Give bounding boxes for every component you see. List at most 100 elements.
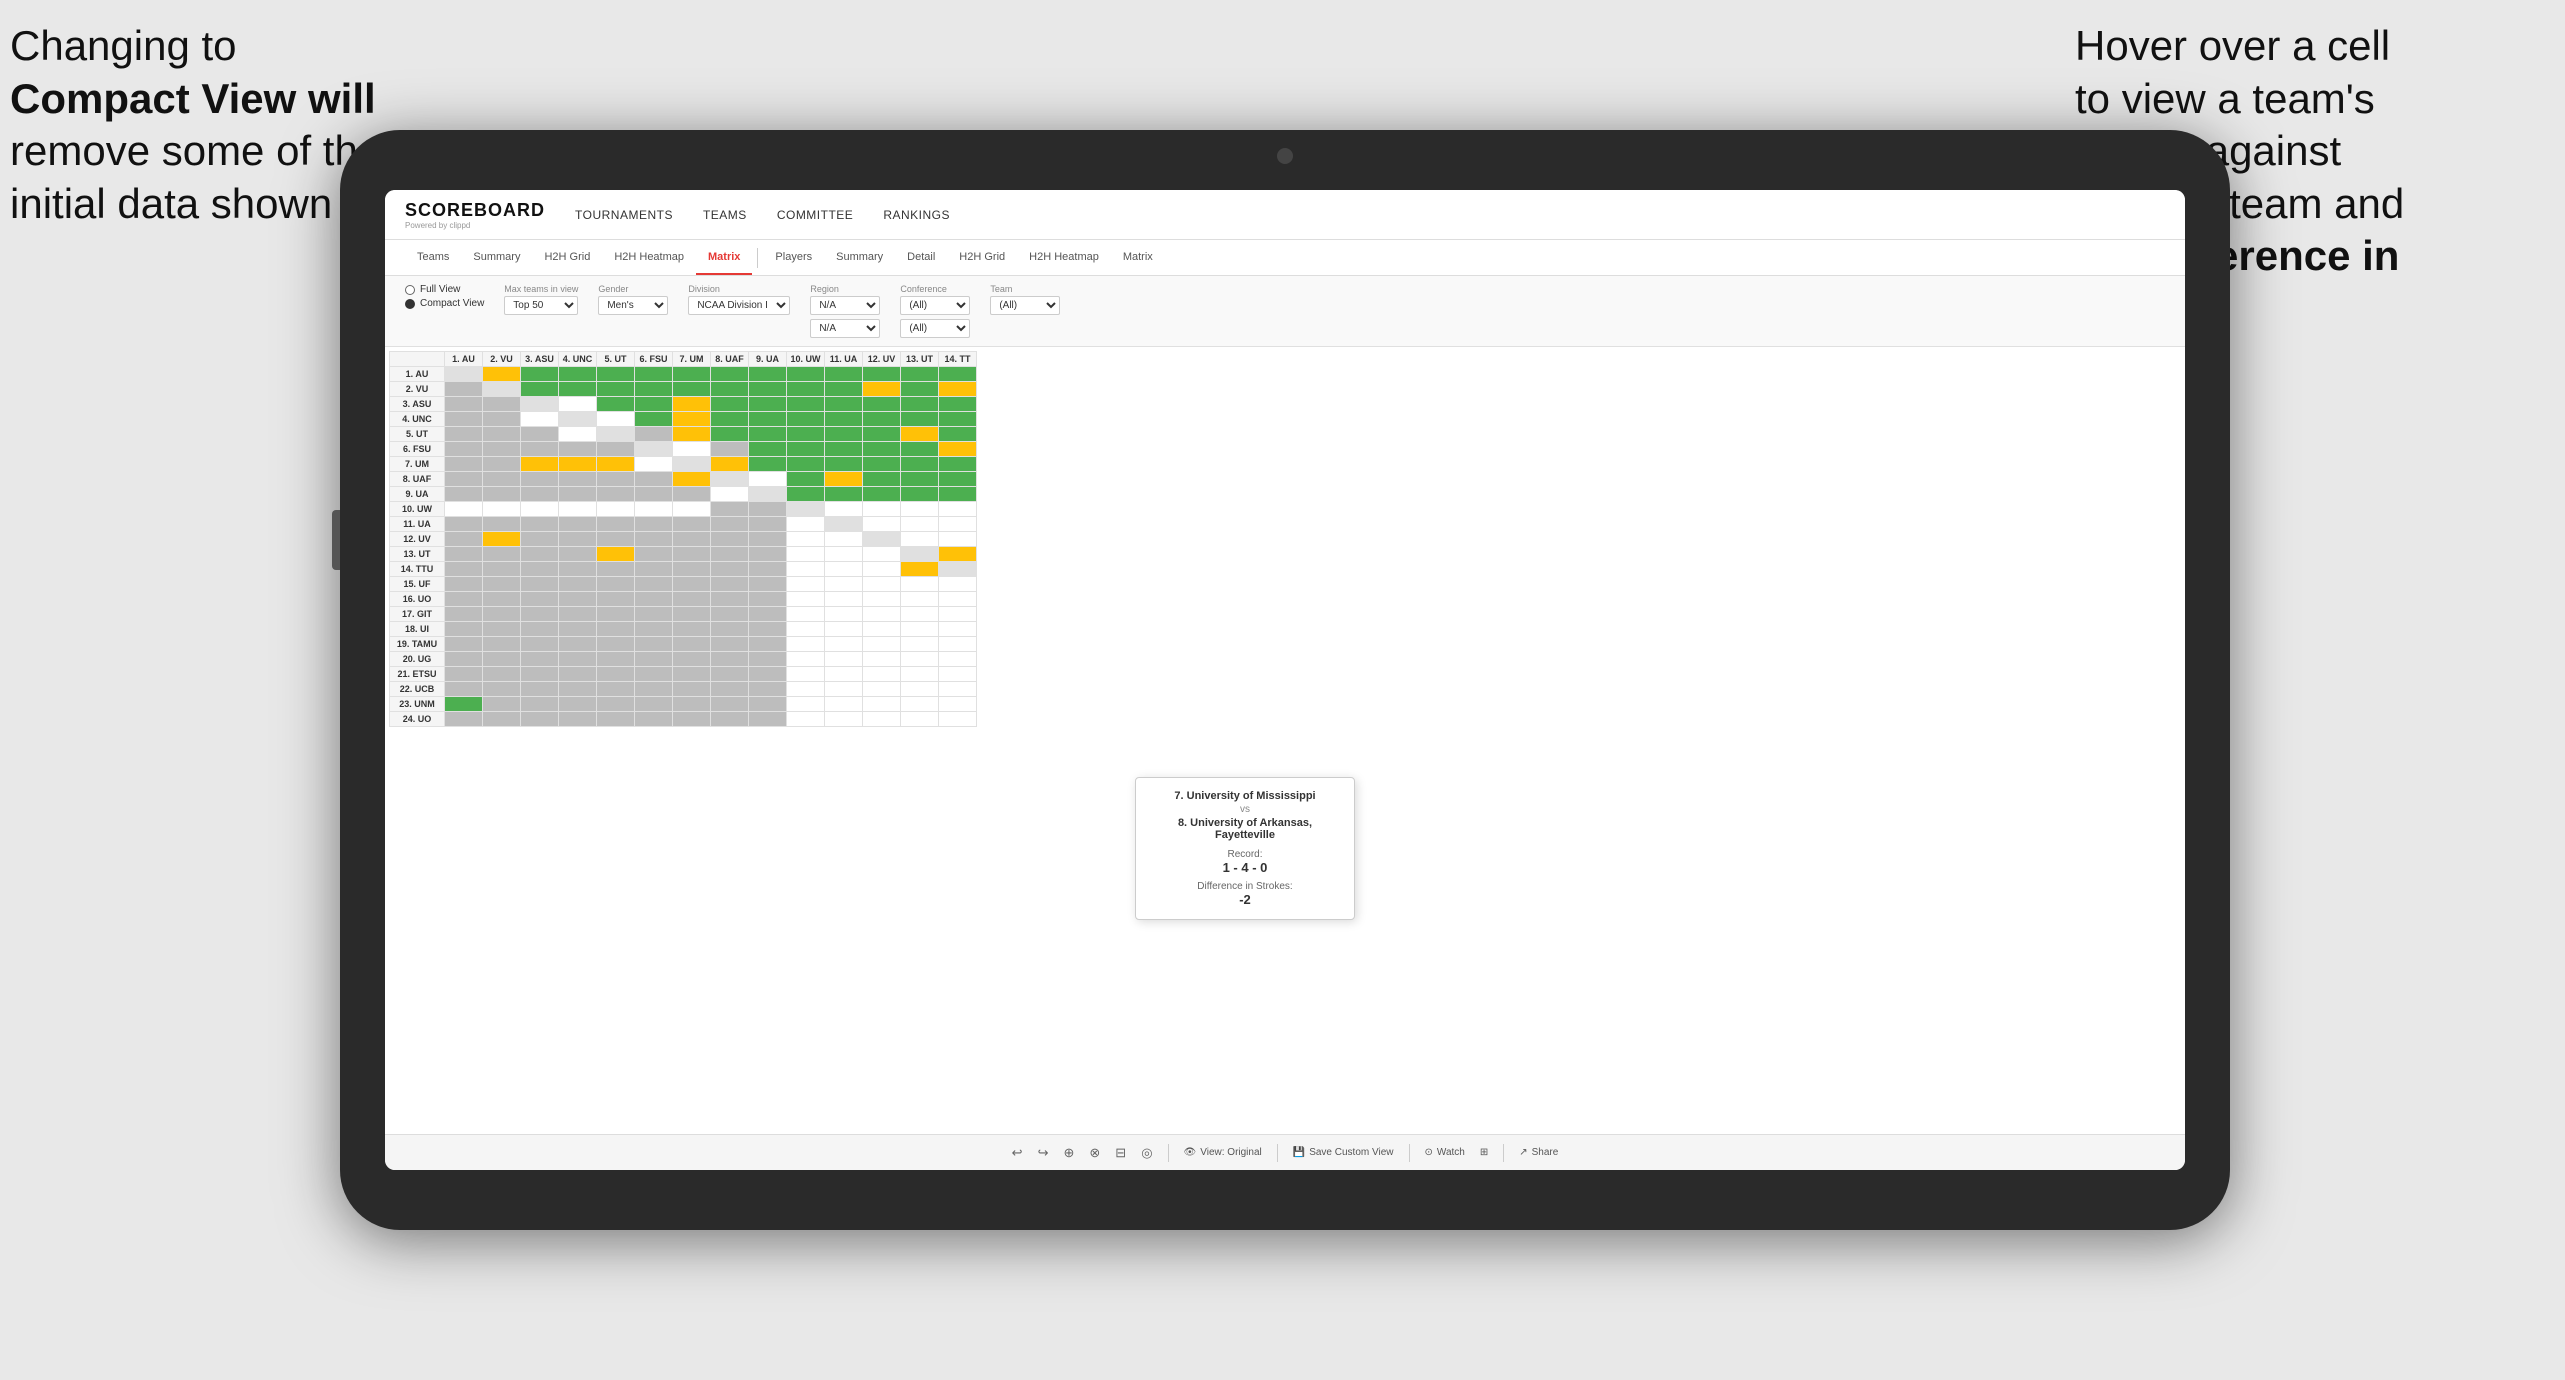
matrix-cell-1-4[interactable] bbox=[597, 382, 635, 397]
matrix-cell-13-0[interactable] bbox=[445, 562, 483, 577]
matrix-cell-23-5[interactable] bbox=[635, 712, 673, 727]
matrix-cell-14-6[interactable] bbox=[673, 577, 711, 592]
matrix-cell-13-3[interactable] bbox=[559, 562, 597, 577]
matrix-cell-20-13[interactable] bbox=[939, 667, 977, 682]
matrix-cell-15-5[interactable] bbox=[635, 592, 673, 607]
matrix-cell-1-13[interactable] bbox=[939, 382, 977, 397]
matrix-cell-2-9[interactable] bbox=[787, 397, 825, 412]
matrix-cell-21-10[interactable] bbox=[825, 682, 863, 697]
matrix-cell-10-1[interactable] bbox=[483, 517, 521, 532]
matrix-cell-7-9[interactable] bbox=[787, 472, 825, 487]
matrix-cell-17-1[interactable] bbox=[483, 622, 521, 637]
matrix-cell-16-4[interactable] bbox=[597, 607, 635, 622]
matrix-cell-20-9[interactable] bbox=[787, 667, 825, 682]
matrix-cell-3-5[interactable] bbox=[635, 412, 673, 427]
matrix-cell-14-3[interactable] bbox=[559, 577, 597, 592]
matrix-cell-4-9[interactable] bbox=[787, 427, 825, 442]
matrix-cell-6-13[interactable] bbox=[939, 457, 977, 472]
matrix-cell-12-2[interactable] bbox=[521, 547, 559, 562]
matrix-cell-8-3[interactable] bbox=[559, 487, 597, 502]
matrix-cell-12-7[interactable] bbox=[711, 547, 749, 562]
matrix-cell-20-0[interactable] bbox=[445, 667, 483, 682]
matrix-cell-2-3[interactable] bbox=[559, 397, 597, 412]
matrix-cell-0-2[interactable] bbox=[521, 367, 559, 382]
matrix-cell-13-11[interactable] bbox=[863, 562, 901, 577]
matrix-cell-18-7[interactable] bbox=[711, 637, 749, 652]
matrix-cell-6-0[interactable] bbox=[445, 457, 483, 472]
matrix-cell-2-12[interactable] bbox=[901, 397, 939, 412]
matrix-cell-7-3[interactable] bbox=[559, 472, 597, 487]
matrix-cell-14-8[interactable] bbox=[749, 577, 787, 592]
toolbar-share[interactable]: ↗ Share bbox=[1519, 1147, 1558, 1158]
matrix-cell-21-8[interactable] bbox=[749, 682, 787, 697]
matrix-cell-22-7[interactable] bbox=[711, 697, 749, 712]
matrix-cell-19-8[interactable] bbox=[749, 652, 787, 667]
matrix-cell-13-10[interactable] bbox=[825, 562, 863, 577]
matrix-cell-21-7[interactable] bbox=[711, 682, 749, 697]
tab-summary[interactable]: Summary bbox=[461, 240, 532, 275]
matrix-cell-12-1[interactable] bbox=[483, 547, 521, 562]
nav-teams[interactable]: TEAMS bbox=[703, 208, 747, 222]
matrix-cell-23-0[interactable] bbox=[445, 712, 483, 727]
filter-division-select[interactable]: NCAA Division I bbox=[688, 296, 790, 315]
matrix-cell-16-9[interactable] bbox=[787, 607, 825, 622]
matrix-cell-2-8[interactable] bbox=[749, 397, 787, 412]
matrix-cell-2-1[interactable] bbox=[483, 397, 521, 412]
matrix-cell-11-10[interactable] bbox=[825, 532, 863, 547]
matrix-cell-7-4[interactable] bbox=[597, 472, 635, 487]
matrix-cell-15-10[interactable] bbox=[825, 592, 863, 607]
nav-rankings[interactable]: RANKINGS bbox=[883, 208, 950, 222]
matrix-cell-15-6[interactable] bbox=[673, 592, 711, 607]
matrix-cell-16-7[interactable] bbox=[711, 607, 749, 622]
matrix-cell-14-11[interactable] bbox=[863, 577, 901, 592]
matrix-cell-2-0[interactable] bbox=[445, 397, 483, 412]
matrix-cell-7-11[interactable] bbox=[863, 472, 901, 487]
matrix-cell-20-7[interactable] bbox=[711, 667, 749, 682]
matrix-cell-13-7[interactable] bbox=[711, 562, 749, 577]
matrix-cell-13-6[interactable] bbox=[673, 562, 711, 577]
matrix-cell-8-11[interactable] bbox=[863, 487, 901, 502]
matrix-cell-18-1[interactable] bbox=[483, 637, 521, 652]
matrix-cell-23-9[interactable] bbox=[787, 712, 825, 727]
toolbar-view-original[interactable]: 👁 View: Original bbox=[1184, 1147, 1262, 1158]
matrix-cell-17-4[interactable] bbox=[597, 622, 635, 637]
matrix-cell-18-11[interactable] bbox=[863, 637, 901, 652]
matrix-cell-15-11[interactable] bbox=[863, 592, 901, 607]
matrix-cell-19-6[interactable] bbox=[673, 652, 711, 667]
matrix-cell-10-5[interactable] bbox=[635, 517, 673, 532]
matrix-cell-20-12[interactable] bbox=[901, 667, 939, 682]
matrix-cell-8-13[interactable] bbox=[939, 487, 977, 502]
matrix-cell-4-7[interactable] bbox=[711, 427, 749, 442]
matrix-cell-12-5[interactable] bbox=[635, 547, 673, 562]
matrix-cell-0-0[interactable] bbox=[445, 367, 483, 382]
matrix-cell-23-6[interactable] bbox=[673, 712, 711, 727]
matrix-cell-17-12[interactable] bbox=[901, 622, 939, 637]
matrix-cell-21-0[interactable] bbox=[445, 682, 483, 697]
matrix-cell-19-5[interactable] bbox=[635, 652, 673, 667]
matrix-cell-2-6[interactable] bbox=[673, 397, 711, 412]
matrix-cell-4-2[interactable] bbox=[521, 427, 559, 442]
matrix-cell-5-5[interactable] bbox=[635, 442, 673, 457]
matrix-cell-17-2[interactable] bbox=[521, 622, 559, 637]
matrix-cell-0-13[interactable] bbox=[939, 367, 977, 382]
matrix-cell-12-8[interactable] bbox=[749, 547, 787, 562]
matrix-cell-18-4[interactable] bbox=[597, 637, 635, 652]
tab-h2h-heatmap[interactable]: H2H Heatmap bbox=[602, 240, 696, 275]
matrix-cell-21-3[interactable] bbox=[559, 682, 597, 697]
matrix-cell-19-10[interactable] bbox=[825, 652, 863, 667]
matrix-cell-19-7[interactable] bbox=[711, 652, 749, 667]
matrix-cell-13-2[interactable] bbox=[521, 562, 559, 577]
matrix-cell-16-2[interactable] bbox=[521, 607, 559, 622]
matrix-cell-15-9[interactable] bbox=[787, 592, 825, 607]
matrix-cell-8-6[interactable] bbox=[673, 487, 711, 502]
matrix-cell-21-6[interactable] bbox=[673, 682, 711, 697]
matrix-cell-15-7[interactable] bbox=[711, 592, 749, 607]
matrix-cell-1-9[interactable] bbox=[787, 382, 825, 397]
matrix-cell-2-2[interactable] bbox=[521, 397, 559, 412]
matrix-cell-0-8[interactable] bbox=[749, 367, 787, 382]
matrix-cell-3-1[interactable] bbox=[483, 412, 521, 427]
matrix-cell-20-5[interactable] bbox=[635, 667, 673, 682]
matrix-cell-13-13[interactable] bbox=[939, 562, 977, 577]
tab-summary-right[interactable]: Summary bbox=[824, 240, 895, 275]
matrix-cell-18-9[interactable] bbox=[787, 637, 825, 652]
